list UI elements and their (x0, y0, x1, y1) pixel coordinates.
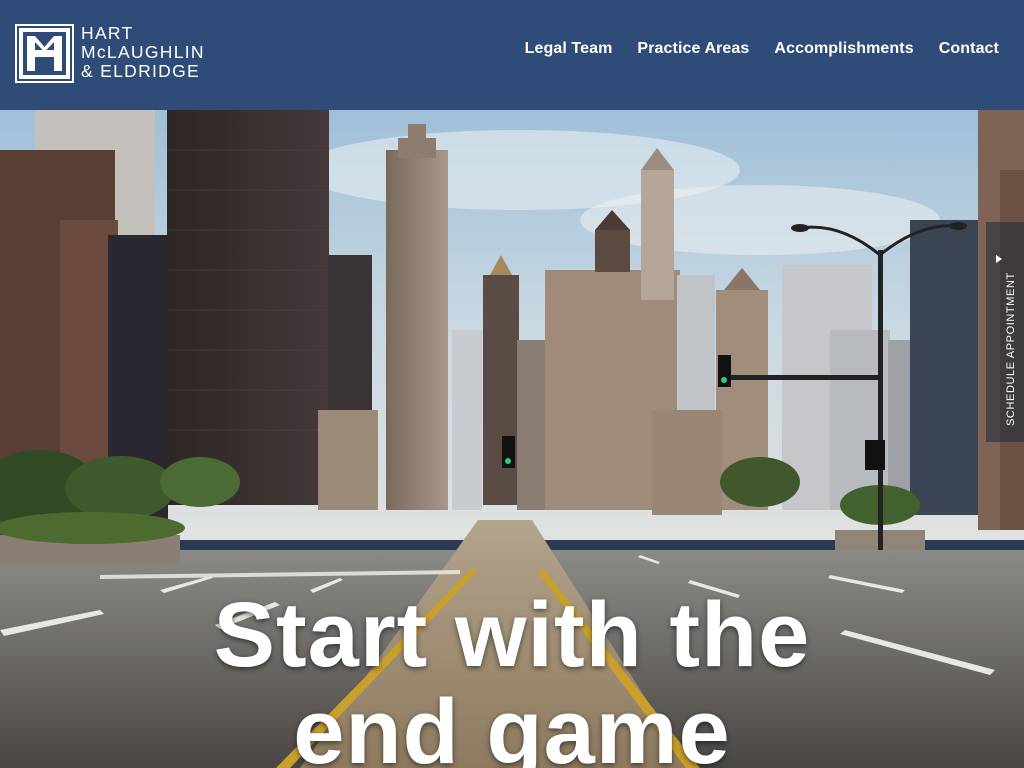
logo[interactable]: HART McLAUGHLIN & ELDRIDGE (15, 24, 205, 83)
hero-section: Start with the end game (0, 110, 1024, 768)
nav-contact[interactable]: Contact (939, 40, 999, 58)
play-arrow-icon (996, 255, 1002, 263)
logo-mark-icon (15, 24, 74, 83)
logo-wordmark: HART McLAUGHLIN & ELDRIDGE (81, 24, 205, 81)
logo-line-3: & ELDRIDGE (81, 61, 200, 81)
headline-line-2: end game (293, 681, 731, 768)
nav-practice-areas[interactable]: Practice Areas (637, 40, 749, 58)
site-header: HART McLAUGHLIN & ELDRIDGE Legal Team Pr… (0, 0, 1024, 110)
nav-legal-team[interactable]: Legal Team (525, 40, 613, 58)
nav-accomplishments[interactable]: Accomplishments (774, 40, 913, 58)
hero-headline: Start with the end game (0, 587, 1024, 768)
headline-line-1: Start with the (213, 584, 811, 686)
schedule-appointment-label: SCHEDULE APPOINTMENT (1005, 272, 1017, 426)
logo-line-1: HART (81, 23, 134, 43)
main-nav: Legal Team Practice Areas Accomplishment… (525, 40, 999, 58)
logo-line-2: McLAUGHLIN (81, 42, 205, 62)
schedule-appointment-tab[interactable]: SCHEDULE APPOINTMENT (986, 222, 1024, 442)
